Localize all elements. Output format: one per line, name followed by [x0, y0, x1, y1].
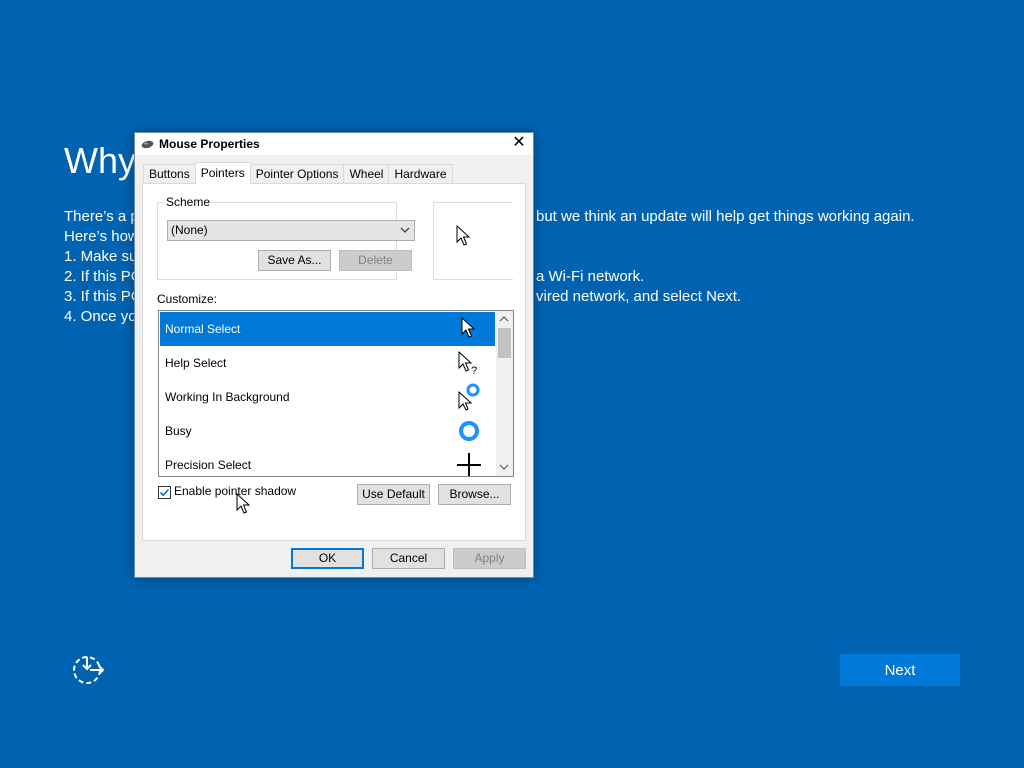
close-button[interactable]: ✕: [511, 135, 527, 151]
crosshair-cursor-icon: [457, 453, 481, 476]
ok-button[interactable]: OK: [291, 548, 364, 569]
delete-button[interactable]: Delete: [339, 250, 412, 271]
customize-label: Customize:: [157, 292, 218, 306]
list-item-label: Busy: [165, 424, 192, 438]
tab-hardware[interactable]: Hardware: [388, 164, 453, 184]
scheme-label: Scheme: [164, 195, 213, 209]
dialog-titlebar[interactable]: Mouse Properties ✕: [135, 133, 533, 155]
scroll-up-icon[interactable]: [499, 315, 509, 323]
pointers-panel: Scheme (None) Save As... Delete Customiz…: [142, 183, 526, 541]
tab-pointer-options[interactable]: Pointer Options: [249, 164, 345, 184]
list-item[interactable]: Normal Select: [160, 312, 495, 346]
mouse-properties-dialog: Mouse Properties ✕ Buttons Pointers Poin…: [134, 132, 534, 578]
oobe-line-right: vired network, and select Next.: [536, 288, 742, 305]
tab-wheel[interactable]: Wheel: [343, 164, 390, 184]
cancel-button[interactable]: Cancel: [372, 548, 445, 569]
cursor-list[interactable]: Normal Select Help Select ? Working In B…: [158, 310, 514, 477]
checkmark-icon: [159, 488, 170, 497]
help-cursor-icon: ?: [458, 350, 477, 377]
save-as-button[interactable]: Save As...: [258, 250, 331, 271]
list-item-label: Normal Select: [165, 322, 241, 336]
oobe-title: Why: [64, 140, 136, 181]
oobe-instructions-right: but we think an update will help get thi…: [536, 207, 915, 307]
list-item[interactable]: Busy: [160, 414, 495, 448]
scheme-group: Scheme (None) Save As... Delete: [157, 195, 415, 280]
chevron-down-icon: [400, 227, 410, 233]
arrow-cursor-icon: [456, 225, 470, 246]
scheme-dropdown[interactable]: (None): [167, 220, 415, 241]
tab-buttons[interactable]: Buttons: [143, 164, 196, 184]
oobe-line-right: a Wi-Fi network.: [536, 268, 645, 285]
cursor-preview: [433, 202, 513, 280]
oobe-line-right: but we think an update will help get thi…: [536, 208, 915, 225]
pointer-shadow-checkbox[interactable]: [158, 486, 171, 499]
working-cursor-icon: [458, 383, 480, 411]
next-button[interactable]: Next: [840, 654, 960, 686]
use-default-button[interactable]: Use Default: [357, 484, 430, 505]
oobe-line-right: [536, 227, 915, 247]
svg-text:?: ?: [471, 365, 477, 377]
apply-button[interactable]: Apply: [453, 548, 526, 569]
busy-cursor-icon: [459, 421, 479, 441]
list-item-label: Precision Select: [165, 458, 252, 472]
scroll-thumb[interactable]: [498, 328, 511, 358]
dialog-title: Mouse Properties: [159, 137, 260, 151]
list-item[interactable]: Precision Select: [160, 448, 495, 476]
arrow-cursor-icon: [461, 316, 476, 338]
ease-of-access-icon[interactable]: [70, 654, 106, 686]
list-item-label: Help Select: [165, 356, 227, 370]
tab-pointers[interactable]: Pointers: [194, 162, 251, 184]
mouse-icon: [141, 140, 154, 149]
list-item[interactable]: Help Select ?: [160, 346, 495, 380]
scroll-down-icon[interactable]: [499, 463, 509, 471]
list-item[interactable]: Working In Background: [160, 380, 495, 414]
tab-bar: Buttons Pointers Pointer Options Wheel H…: [143, 162, 453, 184]
oobe-line-right: [536, 247, 915, 267]
scheme-value: (None): [171, 223, 208, 237]
list-scrollbar[interactable]: [496, 311, 513, 476]
list-item-label: Working In Background: [165, 390, 290, 404]
browse-button[interactable]: Browse...: [438, 484, 511, 505]
mouse-pointer-icon: [236, 493, 251, 514]
